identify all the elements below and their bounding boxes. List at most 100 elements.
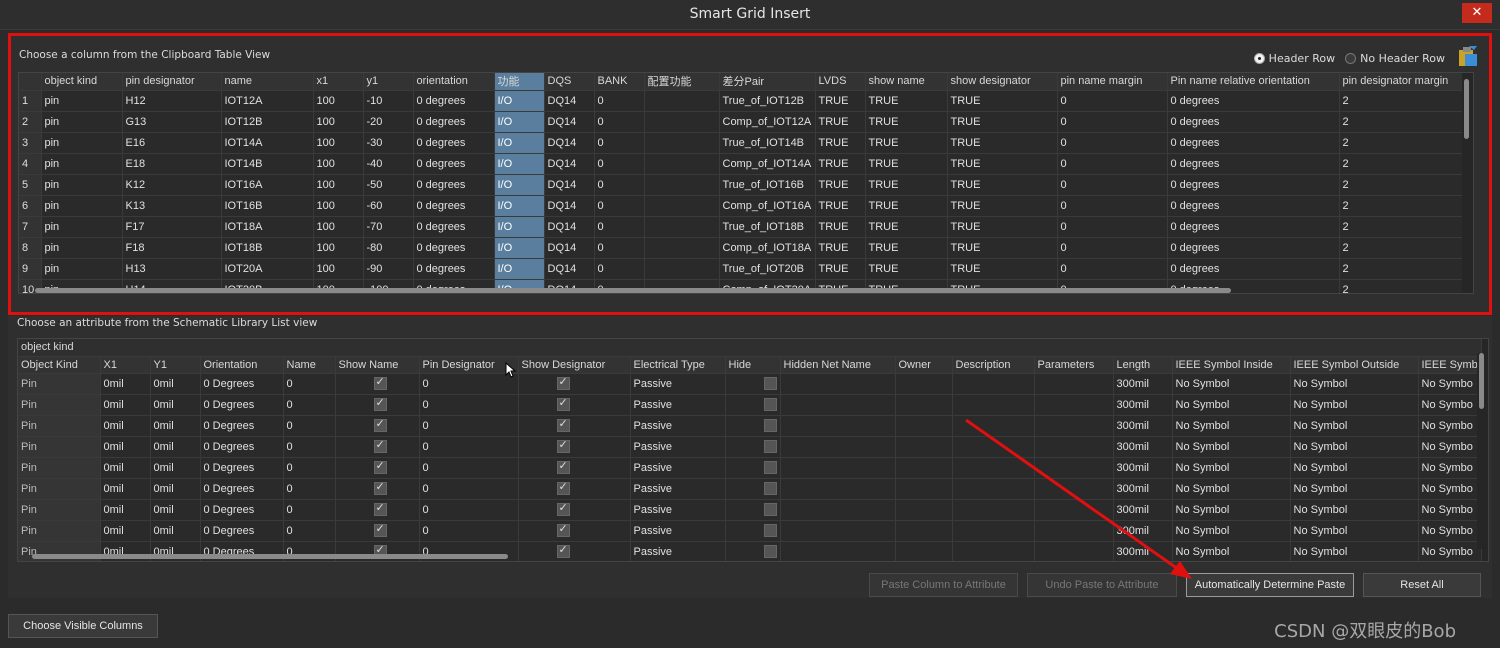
attribute-column-header[interactable]: Parameters [1034, 356, 1114, 374]
checkbox-cell[interactable] [725, 520, 781, 542]
table-cell[interactable]: 0 [1057, 132, 1168, 154]
table-cell[interactable]: No Symbol [1172, 457, 1291, 479]
table-cell[interactable]: No Symbol [1290, 436, 1419, 458]
table-cell[interactable]: 2 [1339, 258, 1470, 280]
table-row[interactable]: 3 pin E16 IOT14A 100 -30 0 degrees I/O DQ14 0 True… [19, 132, 1470, 154]
table-cell[interactable]: 0 [1057, 111, 1168, 133]
column-header[interactable]: pin designator [122, 73, 222, 91]
row-number[interactable]: 4 [19, 153, 42, 175]
table-cell[interactable]: 0 degrees [1167, 111, 1340, 133]
table-cell[interactable]: TRUE [865, 195, 948, 217]
row-number[interactable]: 3 [19, 132, 42, 154]
table-cell[interactable]: 2 [1339, 237, 1470, 259]
attribute-column-header[interactable]: Orientation [200, 356, 284, 374]
table-row[interactable]: 8 pin F18 IOT18B 100 -80 0 degrees I/O DQ14 0 Comp… [19, 237, 1470, 259]
checkbox-unchecked[interactable] [763, 398, 777, 411]
table-cell[interactable]: 0 [419, 394, 519, 416]
checkbox-checked[interactable] [373, 417, 387, 432]
column-header[interactable]: Pin name relative orientation [1167, 73, 1340, 91]
table-row[interactable]: Pin0mil0mil0 Degrees00Passive300milNo Sy… [18, 415, 1482, 437]
table-row[interactable]: 9 pin H13 IOT20A 100 -90 0 degrees I/O DQ14 0 True… [19, 258, 1470, 280]
table-cell[interactable]: TRUE [815, 237, 866, 259]
table-cell[interactable]: 0mil [100, 415, 151, 437]
table-cell[interactable]: TRUE [947, 195, 1058, 217]
table-cell[interactable]: pin [41, 174, 123, 196]
table-cell[interactable]: Passive [630, 457, 726, 479]
table-cell[interactable]: DQ14 [544, 174, 595, 196]
table-cell[interactable]: 0 [594, 195, 645, 217]
table-cell[interactable]: 0 degrees [413, 153, 495, 175]
table-cell[interactable]: -90 [363, 258, 414, 280]
table-cell[interactable]: 2 [1339, 195, 1470, 217]
table-cell[interactable]: 0 [594, 237, 645, 259]
table-cell[interactable]: H13 [122, 258, 222, 280]
table-cell[interactable]: 0 [1057, 174, 1168, 196]
table-cell[interactable] [895, 478, 953, 500]
table-cell[interactable]: 0 degrees [1167, 237, 1340, 259]
checkbox-cell[interactable] [335, 394, 420, 416]
checkbox-cell[interactable] [335, 457, 420, 479]
table-row[interactable]: Pin0mil0mil0 Degrees00Passive300milNo Sy… [18, 373, 1482, 395]
table-cell[interactable]: pin [41, 237, 123, 259]
table-cell[interactable]: IOT14B [221, 153, 314, 175]
checkbox-cell[interactable] [725, 457, 781, 479]
table-cell[interactable]: 0mil [150, 499, 201, 521]
table-cell[interactable]: TRUE [815, 216, 866, 238]
attribute-column-header[interactable]: Length [1113, 356, 1173, 374]
table-cell[interactable]: 0 [283, 436, 336, 458]
table-cell[interactable]: 100 [313, 195, 364, 217]
table-cell[interactable]: 0 [419, 373, 519, 395]
checkbox-cell[interactable] [725, 478, 781, 500]
checkbox-checked[interactable] [373, 459, 387, 474]
checkbox-checked[interactable] [373, 501, 387, 516]
attribute-column-header[interactable]: Y1 [150, 356, 201, 374]
table-cell[interactable]: I/O [494, 195, 545, 217]
column-header[interactable]: 配置功能 [644, 73, 720, 91]
table-cell[interactable]: 300mil [1113, 373, 1173, 395]
table-row[interactable]: Pin0mil0mil0 Degrees00Passive300milNo Sy… [18, 520, 1482, 542]
table-cell[interactable]: 0 Degrees [200, 436, 284, 458]
choose-visible-columns-button[interactable]: Choose Visible Columns [8, 614, 158, 638]
table-cell[interactable]: 0 degrees [413, 237, 495, 259]
table-cell[interactable]: 0 [283, 415, 336, 437]
table-cell[interactable]: No Symbo [1418, 436, 1482, 458]
checkbox-cell[interactable] [518, 373, 631, 395]
table-cell[interactable] [644, 111, 720, 133]
no-header-row-radio[interactable]: No Header Row [1345, 52, 1445, 65]
table-cell[interactable]: pin [41, 216, 123, 238]
checkbox-checked[interactable] [556, 417, 570, 432]
table-cell[interactable]: TRUE [865, 216, 948, 238]
attribute-column-header[interactable]: Hidden Net Name [780, 356, 896, 374]
table-cell[interactable]: -60 [363, 195, 414, 217]
table-cell[interactable]: No Symbo [1418, 457, 1482, 479]
table-cell[interactable] [780, 394, 896, 416]
table-cell[interactable]: 300mil [1113, 457, 1173, 479]
table-cell[interactable]: 0 Degrees [200, 373, 284, 395]
table-cell[interactable] [1034, 457, 1114, 479]
table-cell[interactable]: K12 [122, 174, 222, 196]
column-header[interactable]: object kind [41, 73, 123, 91]
table-cell[interactable] [1034, 373, 1114, 395]
table-cell[interactable]: H12 [122, 90, 222, 112]
table-cell[interactable]: 0 degrees [1167, 90, 1340, 112]
checkbox-checked[interactable] [373, 396, 387, 411]
column-header[interactable]: x1 [313, 73, 364, 91]
table-cell[interactable]: 0mil [100, 457, 151, 479]
table-cell[interactable] [644, 90, 720, 112]
table-cell[interactable]: Comp_of_IOT14A [719, 153, 816, 175]
table-cell[interactable]: Pin [18, 520, 101, 542]
table-cell[interactable] [644, 237, 720, 259]
paste-column-button[interactable]: Paste Column to Attribute [869, 573, 1018, 597]
table-row[interactable]: 6 pin K13 IOT16B 100 -60 0 degrees I/O DQ14 0 Comp… [19, 195, 1470, 217]
checkbox-cell[interactable] [335, 520, 420, 542]
table-row[interactable]: 5 pin K12 IOT16A 100 -50 0 degrees I/O DQ14 0 True… [19, 174, 1470, 196]
table-cell[interactable]: TRUE [947, 132, 1058, 154]
table-cell[interactable]: 100 [313, 174, 364, 196]
table-cell[interactable]: IOT18B [221, 237, 314, 259]
table-cell[interactable]: 2 [1339, 90, 1470, 112]
row-number[interactable]: 2 [19, 111, 42, 133]
table-cell[interactable]: I/O [494, 132, 545, 154]
table-cell[interactable]: TRUE [947, 258, 1058, 280]
table-cell[interactable]: I/O [494, 111, 545, 133]
clipboard-table-vscroll[interactable] [1462, 73, 1471, 293]
